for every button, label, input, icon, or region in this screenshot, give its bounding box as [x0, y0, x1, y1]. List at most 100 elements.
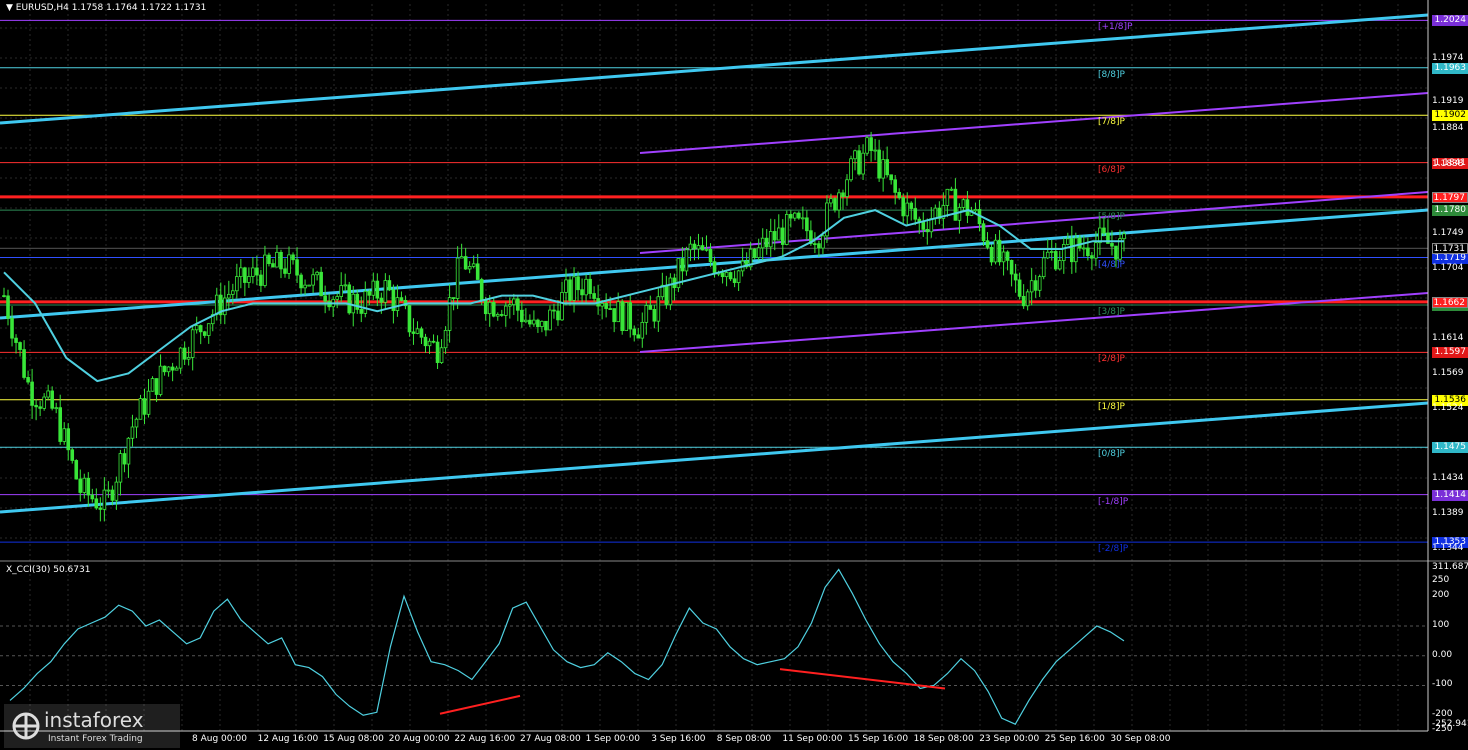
murrey-level-label: [+1/8]P: [1098, 22, 1133, 33]
cci-axis-tick: -200: [1432, 709, 1453, 720]
candle-body: [700, 245, 705, 251]
candle-body: [166, 366, 171, 373]
candle-body: [206, 323, 211, 336]
murrey-level-label: [6/8]P: [1098, 164, 1125, 175]
price-level-tag: 1.1963: [1432, 62, 1468, 74]
candle-body: [94, 498, 99, 509]
candle-body: [965, 199, 970, 216]
candle-body: [367, 290, 372, 296]
candle-body: [760, 237, 765, 249]
candle-body: [528, 319, 532, 325]
candle-body: [560, 292, 564, 321]
candle-body: [287, 254, 291, 274]
candle-body: [893, 179, 897, 193]
candle-body: [1009, 259, 1014, 275]
candle-body: [174, 367, 179, 371]
candle-body: [407, 305, 412, 333]
candle-body: [520, 309, 524, 323]
candle-body: [202, 331, 207, 336]
candle-body: [154, 378, 159, 395]
cci-axis-tick: 200: [1432, 590, 1450, 601]
candle-body: [544, 320, 548, 331]
candle-body: [961, 199, 966, 208]
candle-body: [989, 247, 994, 263]
candle-body: [30, 381, 34, 406]
candle-body: [1070, 238, 1074, 263]
candle-body: [227, 293, 231, 299]
candle-body: [267, 254, 271, 264]
candle-body: [784, 214, 789, 245]
candle-body: [837, 192, 841, 211]
candle-body: [1110, 243, 1114, 247]
candle-body: [50, 390, 54, 409]
candle-body: [1001, 251, 1006, 263]
candle-body: [925, 229, 930, 233]
candle-body: [395, 297, 400, 311]
price-level-tag: 1.1475: [1432, 442, 1468, 454]
candle-body: [608, 308, 612, 310]
candle-body: [736, 270, 741, 283]
candle-body: [379, 297, 384, 303]
candle-body: [704, 248, 709, 251]
candle-body: [648, 305, 653, 310]
candle-body: [1082, 247, 1086, 250]
candle-body: [572, 276, 576, 301]
candle-body: [624, 302, 629, 332]
price-axis-tick: 1.1569: [1432, 368, 1464, 379]
candle-body: [411, 331, 416, 334]
candle-body: [186, 357, 191, 360]
candle-body: [853, 150, 857, 160]
candle-body: [905, 202, 910, 217]
candle-body: [801, 217, 805, 220]
time-axis-tick: 25 Sep 16:00: [1044, 734, 1105, 744]
murrey-level-label: [4/8]P: [1098, 259, 1125, 270]
candle-body: [833, 198, 837, 211]
time-axis-tick: 11 Sep 00:00: [782, 734, 843, 744]
candle-body: [568, 279, 572, 301]
candle-body: [764, 237, 769, 248]
candle-body: [797, 212, 801, 219]
candle-body: [696, 245, 701, 250]
candle-body: [668, 277, 673, 306]
candle-body: [997, 239, 1002, 263]
candle-body: [841, 192, 845, 197]
candle-body: [443, 330, 448, 349]
candle-body: [728, 272, 733, 280]
candle-body: [857, 150, 861, 175]
candle-body: [688, 243, 693, 251]
candle-body: [335, 296, 339, 300]
candle-body: [363, 290, 368, 314]
candle-body: [724, 272, 729, 278]
candle-body: [263, 254, 267, 286]
candle-body: [1065, 238, 1070, 245]
candle-body: [1021, 295, 1026, 307]
chart-canvas: [0, 0, 1468, 732]
candle-body: [953, 188, 958, 221]
candle-body: [873, 149, 877, 152]
time-axis-tick: 15 Aug 08:00: [323, 734, 384, 744]
candle-body: [556, 310, 560, 321]
chart-grid: [0, 4, 1428, 731]
candle-body: [106, 489, 111, 492]
candle-body: [564, 279, 568, 293]
candle-body: [383, 280, 388, 303]
price-candles: [2, 131, 1126, 522]
price-level-tag: 1.1597: [1432, 347, 1468, 359]
candle-body: [664, 284, 669, 306]
price-level-tag: 1.1414: [1432, 489, 1468, 501]
price-tag: 1.1662: [1432, 296, 1468, 308]
candle-body: [74, 460, 79, 480]
time-axis-tick: 18 Sep 08:00: [913, 734, 974, 744]
candle-body: [789, 214, 793, 219]
murrey-level-label: [-1/8]P: [1098, 496, 1129, 507]
candle-body: [921, 221, 926, 230]
price-axis-tick: 1.1974: [1432, 53, 1464, 64]
candle-body: [471, 263, 476, 267]
time-axis-tick: 8 Sep 08:00: [716, 734, 772, 744]
candle-body: [194, 325, 199, 331]
candle-body: [170, 366, 175, 371]
candle-body: [102, 489, 107, 510]
candle-body: [909, 202, 914, 209]
candle-body: [371, 280, 376, 296]
candle-body: [467, 265, 472, 270]
